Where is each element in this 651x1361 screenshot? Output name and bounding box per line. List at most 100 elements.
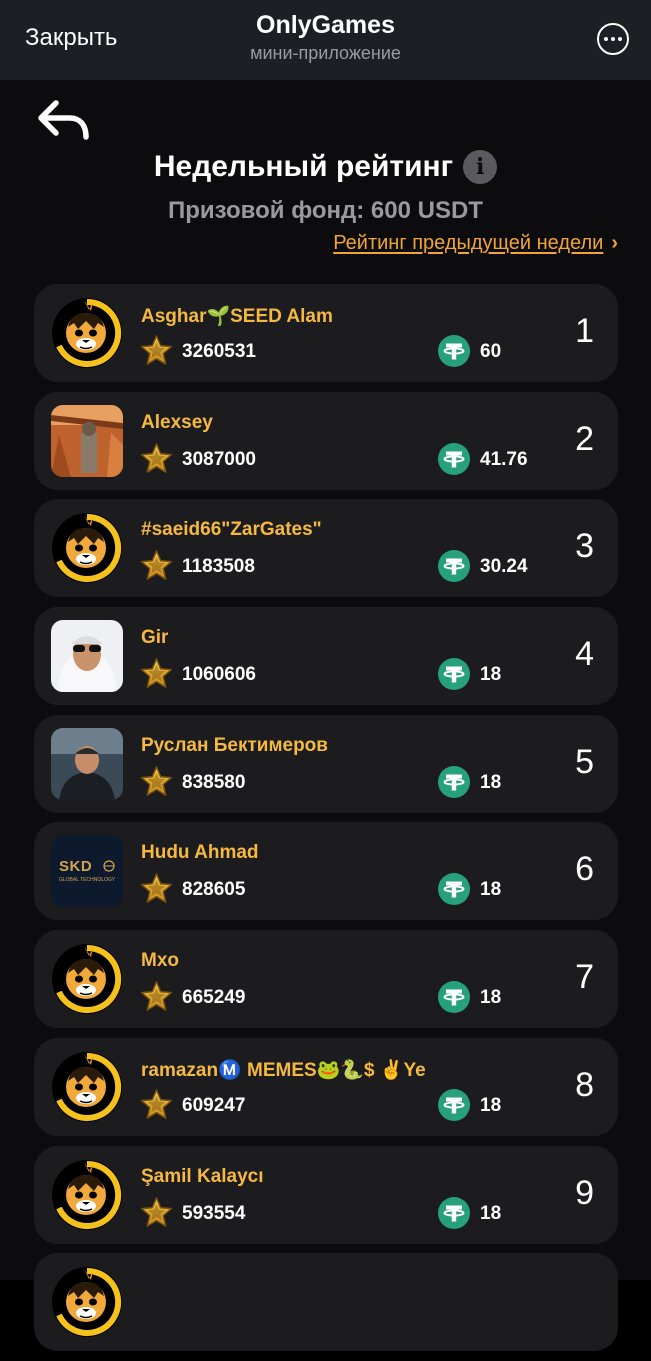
dot-icon bbox=[618, 37, 622, 41]
player-name: Hudu Ahmad bbox=[141, 842, 259, 864]
star-badge bbox=[140, 872, 173, 905]
star-icon bbox=[140, 550, 173, 581]
star-icon bbox=[140, 1196, 173, 1227]
player-name: Gir bbox=[141, 627, 169, 649]
more-options-button[interactable] bbox=[597, 23, 629, 55]
avatar bbox=[51, 1051, 123, 1123]
tether-badge bbox=[438, 335, 470, 367]
tether-usdt-icon bbox=[438, 1196, 470, 1229]
avatar bbox=[51, 404, 123, 477]
user-photo-icon bbox=[51, 727, 123, 800]
previous-week-link[interactable]: Рейтинг предыдущей недели › bbox=[333, 232, 618, 255]
player-reward: 18 bbox=[480, 1094, 502, 1116]
chevron-right-icon: › bbox=[611, 232, 618, 254]
lion-logo-icon bbox=[52, 1159, 122, 1230]
player-score: 609247 bbox=[182, 1094, 246, 1116]
user-photo-icon bbox=[51, 620, 123, 693]
dot-icon bbox=[611, 37, 615, 41]
player-name: Mxo bbox=[141, 950, 179, 972]
leaderboard-screen: Недельный рейтинг i Призовой фонд: 600 U… bbox=[0, 80, 651, 1352]
player-rank: 1 bbox=[575, 312, 594, 350]
star-icon bbox=[140, 335, 173, 365]
user-photo-icon bbox=[51, 404, 123, 477]
player-reward: 18 bbox=[480, 1202, 502, 1224]
player-rank: 3 bbox=[575, 527, 594, 566]
lion-logo-icon bbox=[52, 298, 122, 368]
app-subtitle: мини-приложение bbox=[250, 43, 401, 63]
avatar bbox=[51, 620, 123, 693]
leaderboard-row[interactable]: #saeid66"ZarGates" 1183508 30.24 3 bbox=[34, 499, 618, 598]
tether-badge bbox=[438, 550, 470, 583]
star-icon bbox=[140, 658, 173, 688]
tether-usdt-icon bbox=[438, 550, 470, 583]
leaderboard-row[interactable]: Gir 1060606 18 4 bbox=[34, 607, 618, 706]
tether-badge bbox=[438, 873, 470, 906]
telegram-header: Закрыть OnlyGames мини-приложение bbox=[0, 0, 651, 80]
star-badge bbox=[140, 549, 173, 582]
tether-badge bbox=[438, 658, 470, 691]
leaderboard-row[interactable]: Alexsey 3087000 41.76 2 bbox=[34, 391, 618, 490]
star-icon bbox=[140, 442, 173, 473]
page-title: Недельный рейтинг bbox=[153, 150, 454, 183]
player-name: Asghar🌱SEED Alam bbox=[141, 306, 333, 327]
dot-icon bbox=[604, 37, 608, 41]
skd-tagline: GLOBAL TECHNOLOGY bbox=[59, 877, 116, 884]
player-reward: 60 bbox=[480, 341, 502, 362]
player-score: 1060606 bbox=[182, 664, 256, 686]
leaderboard-row[interactable]: Asghar🌱SEED Alam 3260531 60 1 bbox=[34, 284, 618, 382]
player-rank: 8 bbox=[575, 1065, 594, 1104]
star-icon bbox=[140, 1089, 173, 1119]
lion-logo-icon bbox=[52, 513, 122, 584]
avatar bbox=[51, 1266, 123, 1338]
star-badge bbox=[140, 1088, 173, 1121]
star-icon bbox=[140, 765, 173, 796]
player-reward: 41.76 bbox=[480, 448, 528, 470]
leaderboard-row[interactable]: ramazanⓂ️ MEMES🐸🐍$ ✌️Ye 609247 18 8 bbox=[34, 1037, 618, 1136]
player-score: 1183508 bbox=[182, 556, 255, 578]
player-rank: 6 bbox=[575, 850, 594, 889]
tether-usdt-icon bbox=[438, 981, 470, 1014]
tether-usdt-icon bbox=[438, 442, 470, 475]
back-arrow-icon bbox=[38, 100, 89, 140]
player-score: 593554 bbox=[182, 1202, 246, 1224]
player-score: 665249 bbox=[182, 987, 246, 1009]
player-rank: 2 bbox=[575, 419, 594, 458]
player-reward: 30.24 bbox=[480, 556, 528, 578]
tether-usdt-icon bbox=[438, 1088, 470, 1121]
star-badge bbox=[140, 980, 173, 1013]
prize-pool: Призовой фонд: 600 USDT bbox=[168, 197, 483, 224]
back-button[interactable] bbox=[36, 97, 92, 145]
player-name: Alexsey bbox=[141, 411, 213, 433]
star-badge bbox=[140, 334, 173, 367]
leaderboard-row[interactable]: SKD GLOBAL TECHNOLOGY Hudu Ahmad 828605 18 6 bbox=[34, 822, 618, 921]
tether-usdt-icon bbox=[438, 658, 470, 691]
page-heading: Недельный рейтинг i bbox=[0, 150, 651, 184]
leaderboard-row[interactable]: Mxo 665249 18 7 bbox=[34, 930, 618, 1029]
leaderboard-row-partial[interactable] bbox=[34, 1253, 618, 1352]
tether-badge bbox=[438, 981, 470, 1014]
player-reward: 18 bbox=[480, 664, 502, 686]
player-reward: 18 bbox=[480, 771, 502, 793]
player-rank: 7 bbox=[575, 958, 594, 997]
tether-badge bbox=[438, 1088, 470, 1121]
leaderboard-row[interactable]: Şamil Kalaycı 593554 18 9 bbox=[34, 1145, 618, 1244]
player-name: ramazanⓂ️ MEMES🐸🐍$ ✌️Ye bbox=[141, 1059, 426, 1081]
player-rank: 9 bbox=[575, 1173, 594, 1212]
player-name: Şamil Kalaycı bbox=[141, 1165, 264, 1187]
star-badge bbox=[140, 657, 173, 690]
player-rank: 5 bbox=[575, 742, 594, 781]
tether-usdt-icon bbox=[438, 335, 470, 367]
tether-badge bbox=[438, 765, 470, 798]
info-icon[interactable]: i bbox=[463, 150, 498, 184]
player-score: 838580 bbox=[182, 771, 246, 793]
star-badge bbox=[140, 442, 173, 475]
tether-usdt-icon bbox=[438, 873, 470, 906]
avatar bbox=[51, 943, 123, 1015]
lion-logo-icon bbox=[52, 1267, 122, 1338]
leaderboard-row[interactable]: Руслан Бектимеров 838580 18 5 bbox=[34, 714, 618, 813]
tether-usdt-icon bbox=[438, 765, 470, 798]
skd-wordmark: SKD bbox=[59, 858, 93, 876]
star-icon bbox=[140, 981, 173, 1011]
player-reward: 18 bbox=[480, 987, 502, 1009]
star-badge bbox=[140, 1196, 173, 1229]
